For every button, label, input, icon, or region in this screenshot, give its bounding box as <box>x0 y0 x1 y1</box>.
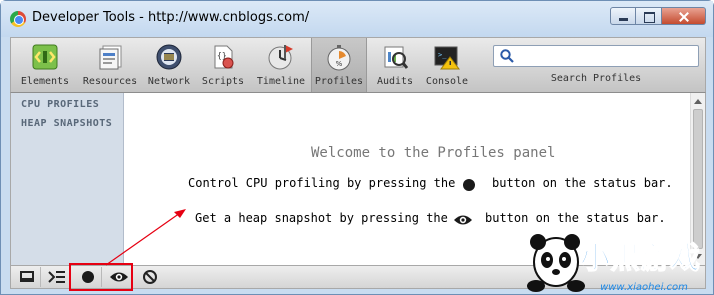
heap-instruction-text: Get a heap snapshot by pressing the <box>195 211 448 225</box>
console-toggle-icon <box>48 271 65 283</box>
tab-network-label: Network <box>147 76 191 87</box>
scripts-icon: {} <box>214 45 234 69</box>
profiles-sidebar: CPU PROFILES HEAP SNAPSHOTS <box>11 93 124 265</box>
tab-elements-label: Elements <box>20 76 70 87</box>
annotation-highlight-box <box>69 263 133 291</box>
svg-text:>_: >_ <box>438 51 447 59</box>
tab-audits-label: Audits <box>376 76 414 87</box>
tab-console[interactable]: >_ Console <box>421 38 473 92</box>
window-controls <box>610 7 706 27</box>
close-button[interactable] <box>662 7 706 25</box>
tab-resources[interactable]: Resources <box>79 38 141 92</box>
xiaohei-watermark-logo: 小黑游戏 www.xiaohei.com <box>527 234 701 293</box>
sidebar-item-heap-snapshots[interactable]: HEAP SNAPSHOTS <box>21 118 112 129</box>
tab-elements[interactable]: Elements <box>11 38 79 92</box>
chrome-icon <box>10 11 26 27</box>
tab-timeline-label: Timeline <box>256 76 306 87</box>
search-input[interactable] <box>518 47 696 65</box>
audits-icon <box>384 46 409 69</box>
minimize-button[interactable] <box>610 7 636 25</box>
watermark-url: www.xiaohei.com <box>600 282 688 293</box>
tab-profiles-label: Profiles <box>314 76 364 87</box>
title-bar[interactable]: Developer Tools - http://www.cnblogs.com… <box>1 1 713 37</box>
search-icon <box>500 49 514 63</box>
profiles-icon: % <box>327 45 351 71</box>
panel-toolbar: Elements Resources Network {} Scripts Ti… <box>10 37 706 93</box>
scroll-up-arrow-icon[interactable] <box>694 99 702 104</box>
elements-icon <box>32 44 58 70</box>
tab-network[interactable]: Network <box>143 38 195 92</box>
tab-audits[interactable]: Audits <box>369 38 421 92</box>
tab-timeline[interactable]: Timeline <box>253 38 309 92</box>
dock-button[interactable] <box>13 267 41 287</box>
tab-scripts-label: Scripts <box>201 76 245 87</box>
svg-text:%: % <box>336 60 343 68</box>
sidebar-item-cpu-profiles[interactable]: CPU PROFILES <box>21 99 99 110</box>
cpu-instruction-text: Control CPU profiling by pressing the <box>188 176 456 190</box>
search-box[interactable] <box>493 45 699 67</box>
tab-profiles[interactable]: % Profiles <box>311 38 367 92</box>
clear-icon <box>143 270 157 284</box>
panda-icon <box>527 234 585 292</box>
welcome-title: Welcome to the Profiles panel <box>311 145 556 161</box>
dock-icon <box>20 271 34 282</box>
resources-icon <box>99 45 122 70</box>
console-toggle-button[interactable] <box>42 267 70 287</box>
maximize-button[interactable] <box>636 7 662 25</box>
eye-icon <box>454 215 472 225</box>
search-label: Search Profiles <box>550 73 642 84</box>
timeline-icon <box>268 45 293 70</box>
console-icon: >_ <box>434 46 460 70</box>
tab-resources-label: Resources <box>82 76 138 87</box>
clear-button[interactable] <box>136 267 164 287</box>
record-icon <box>463 179 475 191</box>
cpu-instruction-suffix: button on the status bar. <box>492 176 673 190</box>
tab-console-label: Console <box>425 76 469 87</box>
tab-scripts[interactable]: {} Scripts <box>197 38 249 92</box>
window-title: Developer Tools - http://www.cnblogs.com… <box>32 10 310 25</box>
network-icon <box>156 44 182 70</box>
watermark-brand: 小黑游戏 <box>580 241 700 276</box>
